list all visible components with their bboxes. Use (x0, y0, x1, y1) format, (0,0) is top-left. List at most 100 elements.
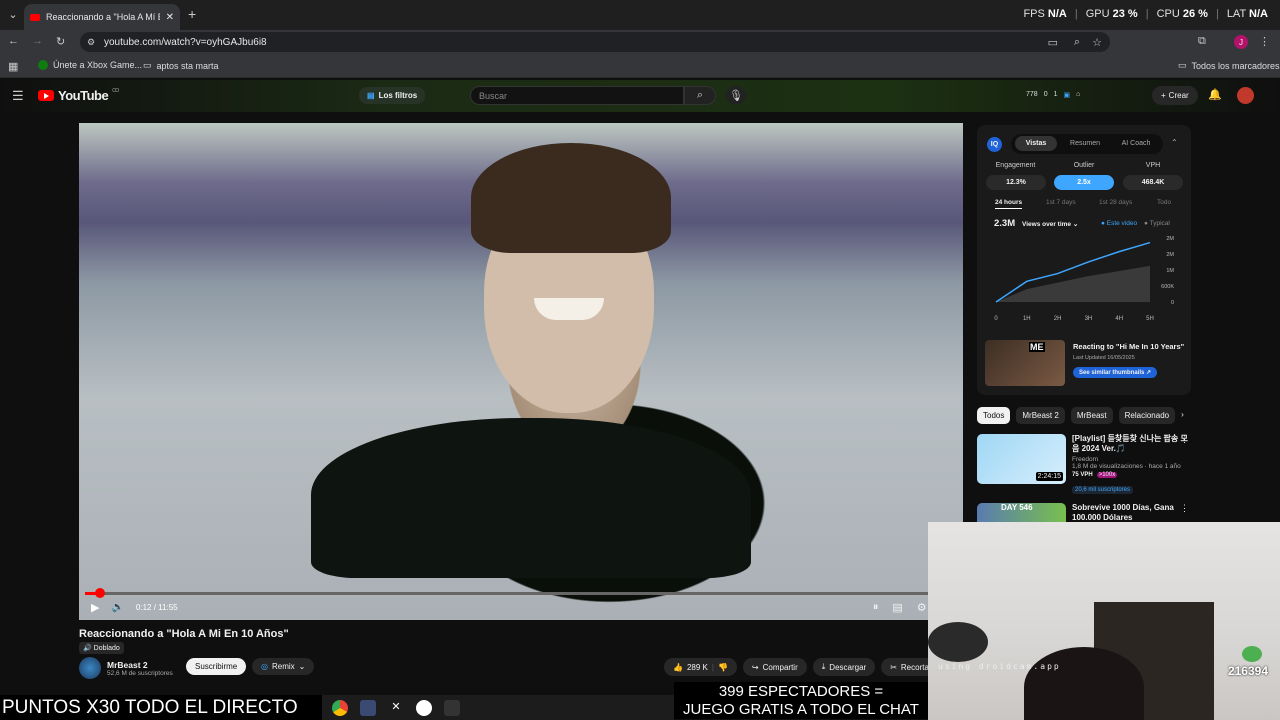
taskbar: ✕ (322, 695, 674, 720)
more-options-icon[interactable]: ⋮ (1180, 503, 1189, 514)
bookmark-folder-aptos[interactable]: ▭ aptos sta marta (143, 60, 219, 71)
remix-button[interactable]: ◎ Remix ⌄ (252, 658, 315, 675)
channel-avatar[interactable] (79, 657, 101, 679)
y-tick-label: 2M (1166, 252, 1174, 258)
profile-avatar[interactable]: J (1234, 35, 1248, 49)
thumbs-down-icon[interactable]: 👎 (718, 663, 728, 672)
close-tab-icon[interactable]: ✕ (166, 12, 174, 23)
rec-title: [Playlist] 듣찾듣찾 신나는 팝송 모음 2024 Ver.🎵 (1072, 434, 1188, 453)
tab-ai-coach[interactable]: AI Coach (1113, 136, 1159, 151)
voice-search-icon[interactable]: 🎙 (726, 86, 746, 105)
webcam-streamer (1024, 647, 1144, 720)
hamburger-menu-icon[interactable]: ☰ (12, 88, 24, 104)
rec-vph: 75 VPH (1072, 472, 1093, 478)
video-player[interactable]: ▶ 🔈 0:12 / 11:55 ⏸ ▤ ⚙ ▭ (79, 123, 963, 620)
app-taskbar-icon[interactable] (360, 699, 376, 716)
rec-thumbnail[interactable]: 2:24:15 (977, 434, 1066, 484)
channel-name[interactable]: MrBeast 2 (107, 660, 173, 670)
reacting-thumbnail[interactable]: ME (985, 340, 1065, 386)
all-bookmarks-label: Todos los marcadores (1191, 60, 1280, 71)
filters-button[interactable]: ▤ Los filtros (359, 87, 426, 104)
address-bar[interactable]: ⚙ youtube.com/watch?v=oyhGAJbu6i8 ▭ ⌕ ☆ (80, 32, 1110, 52)
url-text: youtube.com/watch?v=oyhGAJbu6i8 (104, 36, 267, 48)
search-input[interactable]: Buscar (470, 86, 684, 105)
chip-relacionado[interactable]: Relacionado (1118, 407, 1176, 424)
search-button[interactable]: ⌕ (684, 86, 716, 105)
duration-badge: 2:24:15 (1035, 472, 1063, 481)
all-bookmarks[interactable]: ▭ Todos los marcadores (1178, 60, 1280, 71)
cod-taskbar-icon[interactable] (444, 699, 460, 716)
chip-mrbeast[interactable]: MrBeast (1070, 407, 1113, 424)
range-28d[interactable]: 1st 28 days (1099, 199, 1132, 206)
bookmark-xbox[interactable]: Únete a Xbox Game... (38, 60, 142, 70)
time-display: 0:12 / 11:55 (135, 603, 178, 612)
legend-label: Este video (1106, 220, 1138, 227)
back-icon[interactable]: ← (8, 35, 19, 47)
tab-vistas[interactable]: Vistas (1015, 136, 1057, 151)
notifications-bell-icon[interactable]: 🔔 (1208, 88, 1222, 101)
chevron-down-icon: ⌄ (298, 662, 306, 671)
share-button[interactable]: ↪ Compartir (742, 658, 807, 676)
new-tab-icon[interactable]: + (188, 6, 196, 22)
typical-area (996, 265, 1150, 302)
download-button[interactable]: ⤓ Descargar (812, 658, 876, 676)
range-all[interactable]: Todo (1157, 199, 1171, 206)
subtitles-icon[interactable]: ▤ (892, 601, 902, 614)
like-button[interactable]: 👍 289 K | 👎 (664, 658, 737, 676)
forward-icon[interactable]: → (32, 35, 43, 47)
bookmark-star-icon[interactable]: ☆ (1092, 36, 1102, 49)
progress-bar[interactable] (85, 588, 957, 598)
chrome-taskbar-icon[interactable] (332, 699, 348, 716)
volume-icon[interactable]: 🔈 (111, 602, 123, 613)
account-avatar[interactable] (1237, 87, 1254, 104)
range-24h[interactable]: 24 hours (995, 199, 1023, 209)
settings-gear-icon[interactable]: ⚙ (917, 601, 927, 614)
progress-scrubber[interactable] (94, 588, 105, 598)
reacting-card[interactable]: ME Reacting to "Hi Me In 10 Years" Last … (985, 340, 1185, 386)
cpu-value: 26 % (1182, 8, 1208, 20)
reload-icon[interactable]: ↻ (56, 35, 65, 48)
metric-label: Outlier (1073, 162, 1095, 169)
chip-todos[interactable]: Todos (977, 407, 1011, 424)
tab-list-icon[interactable]: ⌄ (6, 8, 20, 21)
play-icon[interactable]: ▶ (91, 601, 99, 614)
menu-kebab-icon[interactable]: ⋮ (1259, 35, 1270, 48)
chip-mrbeast2[interactable]: MrBeast 2 (1016, 407, 1065, 424)
apps-grid-icon[interactable]: ▦ (8, 60, 18, 73)
y-tick-label: 600K (1161, 284, 1174, 290)
more-options-icon[interactable]: ⋮ (1180, 434, 1189, 445)
vph-value: 468.4K (1123, 175, 1183, 190)
folder-icon: ▭ (1178, 60, 1187, 70)
autoplay-toggle-icon[interactable]: ⏸ (873, 601, 879, 614)
cast-icon[interactable]: ▭ (1048, 36, 1058, 49)
rec-thumbnail[interactable]: DAY 546 (977, 503, 1066, 522)
recommended-video[interactable]: 2:24:15 [Playlist] 듣찾듣찾 신나는 팝송 모음 2024 V… (977, 434, 1191, 496)
zoom-icon[interactable]: ⌕ (1074, 36, 1080, 49)
see-similar-button[interactable]: See similar thumbnails ↗ (1073, 367, 1158, 378)
youtube-logo[interactable]: YouTube CO (38, 88, 119, 103)
thumbnail-badge: ME (1029, 342, 1045, 352)
browser-tab[interactable]: Reaccionando a "Hola A Mí En ✕ (24, 4, 180, 30)
chevron-right-icon[interactable]: › (1181, 407, 1184, 424)
x-tick-label: 3H (1085, 316, 1093, 322)
recommended-video[interactable]: DAY 546 Sobrevive 1000 Días, Gana 100.00… (977, 503, 1191, 522)
filters-label: Los filtros (378, 91, 418, 100)
tab-resumen[interactable]: Resumen (1063, 136, 1107, 151)
create-button[interactable]: + Crear (1152, 86, 1198, 105)
collapse-icon[interactable]: ⌃ (1171, 138, 1178, 147)
site-info-icon[interactable]: ⚙ (87, 37, 95, 48)
extension-counters[interactable]: 778 0 1 ▣ ⌂ (1026, 91, 1080, 99)
xbox-taskbar-icon[interactable] (416, 699, 432, 716)
extensions-icon[interactable]: ⧉ (1198, 35, 1206, 48)
counter-c: 1 (1053, 91, 1058, 98)
views-mode-dropdown[interactable]: Views over time ⌄ (1022, 220, 1078, 228)
channel-info[interactable]: MrBeast 2 52,6 M de suscriptores (79, 657, 173, 679)
rec-channel: Freedom (1072, 456, 1099, 463)
plus-icon: + (1161, 91, 1166, 100)
audio-icon: 🔊 (83, 645, 92, 652)
range-7d[interactable]: 1st 7 days (1046, 199, 1076, 206)
capcut-taskbar-icon[interactable]: ✕ (388, 699, 404, 716)
bookmark-label: aptos sta marta (156, 60, 219, 71)
subscribe-button[interactable]: Suscribirme (186, 658, 247, 675)
thumbnail-badge: DAY 546 (1001, 503, 1033, 512)
